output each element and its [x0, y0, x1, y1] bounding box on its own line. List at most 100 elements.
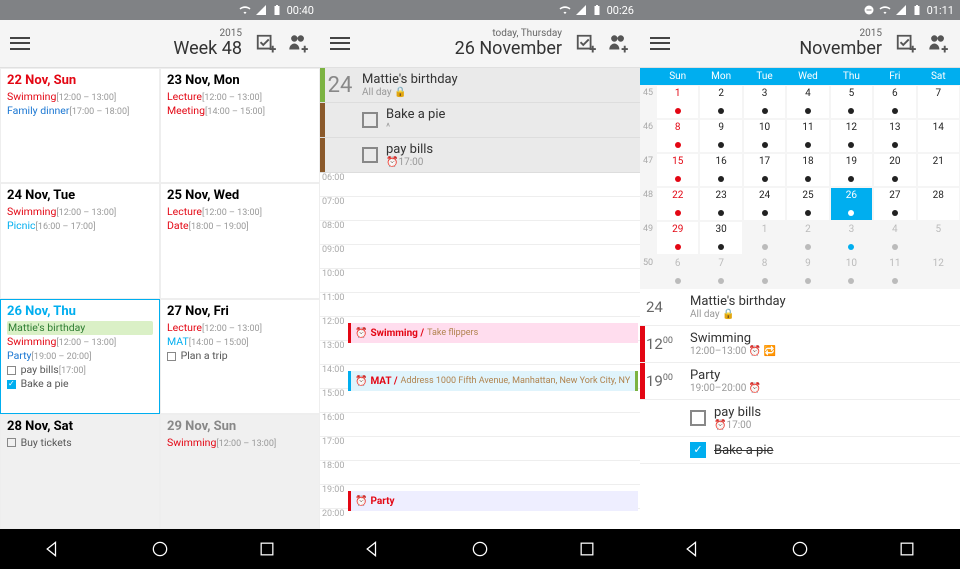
month-day-cell[interactable]: 27 — [873, 187, 916, 221]
month-day-cell[interactable]: 2 — [699, 85, 742, 119]
hour-row[interactable]: 09:00 — [320, 245, 640, 269]
day-cell[interactable]: 24 Nov, TueSwimming[12:00 – 13:00]Picnic… — [0, 183, 160, 298]
month-day-cell[interactable]: 2 — [786, 221, 829, 255]
month-day-cell[interactable]: 5 — [917, 221, 960, 255]
agenda-list[interactable]: 24Mattie's birthdayAll day 🔒1200Swimming… — [640, 289, 960, 529]
month-day-cell[interactable]: 12 — [830, 119, 873, 153]
day-cell[interactable]: 29 Nov, SunSwimming[12:00 – 13:00] — [160, 414, 320, 529]
month-day-cell[interactable]: 6 — [656, 255, 699, 289]
title[interactable]: 2015 Week 48 — [36, 29, 248, 59]
title[interactable]: today, Thursday 26 November — [356, 29, 568, 59]
month-day-cell[interactable]: 17 — [743, 153, 786, 187]
agenda-row[interactable]: 1200Swimming12:00–13:00 ⏰ 🔁 — [640, 326, 960, 363]
month-day-cell[interactable]: 11 — [786, 119, 829, 153]
menu-icon[interactable] — [328, 32, 352, 56]
recent-icon[interactable] — [577, 539, 597, 559]
new-task-icon[interactable]: + — [892, 30, 920, 58]
day-cell[interactable]: 28 Nov, Sat Buy tickets — [0, 414, 160, 529]
back-icon[interactable] — [363, 539, 383, 559]
home-icon[interactable] — [470, 539, 490, 559]
event-item[interactable]: Lecture[12:00 – 13:00] — [167, 205, 313, 219]
checkbox-icon[interactable] — [690, 410, 706, 426]
agenda-row[interactable]: 24Mattie's birthdayAll day 🔒 — [640, 289, 960, 326]
hour-row[interactable]: 16:00 — [320, 413, 640, 437]
month-day-cell[interactable]: 11 — [873, 255, 916, 289]
month-day-cell[interactable]: 19 — [830, 153, 873, 187]
event-item[interactable]: MAT[14:00 – 15:00] — [167, 335, 313, 349]
event-item[interactable]: Mattie's birthday — [7, 321, 153, 335]
checkbox-icon[interactable] — [362, 112, 378, 128]
month-day-cell[interactable]: 7 — [917, 85, 960, 119]
month-day-cell[interactable]: 21 — [917, 153, 960, 187]
new-event-icon[interactable]: + — [924, 30, 952, 58]
checkbox-icon[interactable] — [362, 147, 378, 163]
month-day-cell[interactable]: 30 — [699, 221, 742, 255]
hour-row[interactable]: 20:00 — [320, 509, 640, 529]
month-grid[interactable]: 4512345674689101112131447151617181920214… — [640, 85, 960, 289]
month-day-cell[interactable]: 16 — [699, 153, 742, 187]
agenda-row[interactable]: pay bills⏰17:00 — [640, 400, 960, 437]
hour-row[interactable]: 15:00 — [320, 389, 640, 413]
month-day-cell[interactable]: 3 — [743, 85, 786, 119]
month-day-cell[interactable]: 3 — [830, 221, 873, 255]
timed-event[interactable]: ⏰ Party — [348, 491, 638, 511]
week-grid[interactable]: 22 Nov, SunSwimming[12:00 – 13:00]Family… — [0, 68, 320, 529]
day-cell[interactable]: 23 Nov, MonLecture[12:00 – 13:00]Meeting… — [160, 68, 320, 183]
new-event-icon[interactable]: + — [284, 30, 312, 58]
day-header-row[interactable]: pay bills⏰17:00 — [320, 138, 640, 173]
month-day-cell[interactable]: 18 — [786, 153, 829, 187]
month-day-cell[interactable]: 23 — [699, 187, 742, 221]
day-cell[interactable]: 25 Nov, WedLecture[12:00 – 13:00]Date[18… — [160, 183, 320, 298]
day-cell[interactable]: 22 Nov, SunSwimming[12:00 – 13:00]Family… — [0, 68, 160, 183]
hour-row[interactable]: 06:00 — [320, 173, 640, 197]
back-icon[interactable] — [43, 539, 63, 559]
month-day-cell[interactable]: 26 — [830, 187, 873, 221]
event-item[interactable]: pay bills[17:00] — [7, 363, 153, 377]
event-item[interactable]: Party[19:00 – 20:00] — [7, 349, 153, 363]
event-item[interactable]: Bake a pie — [7, 377, 153, 391]
month-day-cell[interactable]: 29 — [656, 221, 699, 255]
month-day-cell[interactable]: 4 — [786, 85, 829, 119]
month-day-cell[interactable]: 13 — [873, 119, 916, 153]
new-task-icon[interactable]: + — [252, 30, 280, 58]
agenda-row[interactable]: 1900Party19:00–20:00 ⏰ — [640, 363, 960, 400]
home-icon[interactable] — [150, 539, 170, 559]
hour-row[interactable]: 17:00 — [320, 437, 640, 461]
month-day-cell[interactable]: 10 — [743, 119, 786, 153]
event-item[interactable]: Swimming[12:00 – 13:00] — [7, 205, 153, 219]
month-day-cell[interactable]: 1 — [743, 221, 786, 255]
month-day-cell[interactable]: 14 — [917, 119, 960, 153]
event-item[interactable]: Lecture[12:00 – 13:00] — [167, 321, 313, 335]
day-header-row[interactable]: Bake a pie^ — [320, 103, 640, 138]
month-day-cell[interactable]: 9 — [786, 255, 829, 289]
month-day-cell[interactable]: 4 — [873, 221, 916, 255]
checkbox-icon[interactable]: ✓ — [690, 442, 706, 458]
event-item[interactable]: Lecture[12:00 – 13:00] — [167, 90, 313, 104]
recent-icon[interactable] — [897, 539, 917, 559]
event-item[interactable]: Picnic[16:00 – 17:00] — [7, 219, 153, 233]
event-item[interactable]: Date[18:00 – 19:00] — [167, 219, 313, 233]
menu-icon[interactable] — [648, 32, 672, 56]
month-day-cell[interactable]: 7 — [699, 255, 742, 289]
day-cell[interactable]: 27 Nov, FriLecture[12:00 – 13:00]MAT[14:… — [160, 299, 320, 414]
event-item[interactable]: Buy tickets — [7, 436, 153, 450]
month-day-cell[interactable]: 8 — [656, 119, 699, 153]
month-day-cell[interactable]: 10 — [830, 255, 873, 289]
month-day-cell[interactable]: 28 — [917, 187, 960, 221]
event-item[interactable]: Plan a trip — [167, 349, 313, 363]
event-item[interactable]: Meeting[14:00 – 15:00] — [167, 104, 313, 118]
hour-row[interactable]: 18:00 — [320, 461, 640, 485]
home-icon[interactable] — [790, 539, 810, 559]
month-day-cell[interactable]: 20 — [873, 153, 916, 187]
day-header-row[interactable]: 24Mattie's birthdayAll day 🔒 — [320, 68, 640, 103]
month-day-cell[interactable]: 9 — [699, 119, 742, 153]
new-task-icon[interactable]: + — [572, 30, 600, 58]
month-day-cell[interactable]: 15 — [656, 153, 699, 187]
month-day-cell[interactable]: 24 — [743, 187, 786, 221]
month-day-cell[interactable]: 22 — [656, 187, 699, 221]
hour-row[interactable]: 13:00 — [320, 341, 640, 365]
hour-row[interactable]: 07:00 — [320, 197, 640, 221]
timed-event[interactable]: ⏰ MAT / Address 1000 Fifth Avenue, Manha… — [348, 371, 638, 391]
month-day-cell[interactable]: 12 — [917, 255, 960, 289]
month-day-cell[interactable]: 5 — [830, 85, 873, 119]
